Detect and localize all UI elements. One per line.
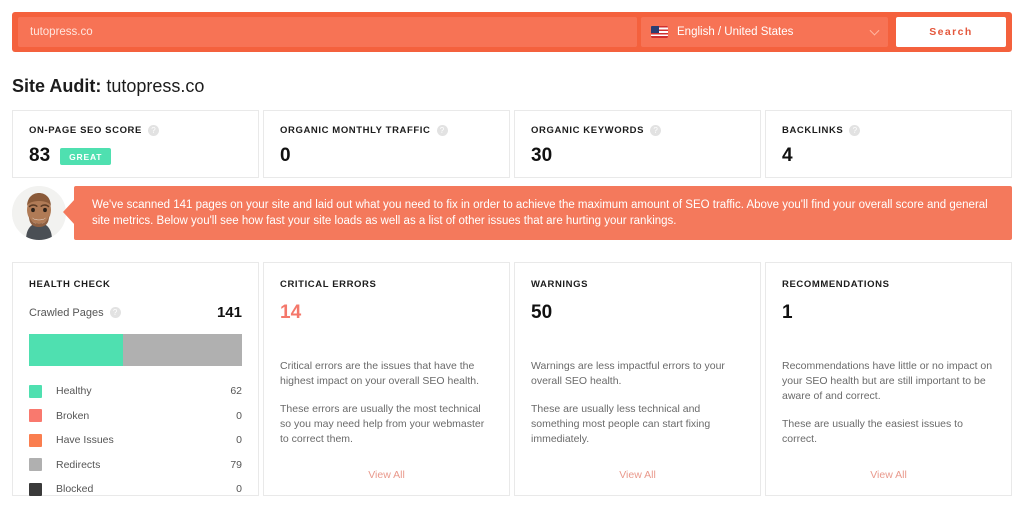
panel-title: RECOMMENDATIONS bbox=[782, 279, 890, 290]
legend-label: Blocked bbox=[56, 483, 94, 496]
page-title-domain: tutopress.co bbox=[106, 76, 205, 96]
site-audit-page: English / United States Search Site Audi… bbox=[0, 0, 1024, 508]
notice-text: We've scanned 141 pages on your site and… bbox=[92, 199, 988, 227]
bar-segment-redirects bbox=[122, 334, 242, 366]
panel-paragraph: These are usually less technical and som… bbox=[531, 403, 711, 445]
help-icon[interactable]: ? bbox=[436, 125, 448, 136]
legend-swatch bbox=[29, 384, 42, 398]
legend-swatch bbox=[29, 433, 42, 447]
metric-label: ORGANIC KEYWORDS bbox=[531, 125, 645, 136]
metric-value-row: 83 GREAT bbox=[29, 145, 242, 167]
health-stacked-bar bbox=[29, 334, 242, 366]
panel-paragraph: These are usually the easiest issues to … bbox=[782, 418, 963, 445]
legend-value: 0 bbox=[236, 409, 242, 422]
metric-value: 4 bbox=[782, 145, 793, 166]
panel-paragraph: Critical errors are the issues that have… bbox=[280, 360, 480, 387]
metric-card-organic-traffic: ORGANIC MONTHLY TRAFFIC ? 0 bbox=[263, 110, 510, 178]
legend-row: Broken 0 bbox=[29, 404, 242, 429]
help-icon[interactable]: ? bbox=[109, 307, 121, 318]
panel-title: WARNINGS bbox=[531, 279, 589, 290]
legend-row: Blocked 0 bbox=[29, 477, 242, 502]
metric-value: 30 bbox=[531, 145, 553, 166]
panel-recommendations: RECOMMENDATIONS 1 Recommendations have l… bbox=[765, 262, 1012, 496]
legend-value: 79 bbox=[230, 458, 242, 471]
metric-card-organic-keywords: ORGANIC KEYWORDS ? 30 bbox=[514, 110, 761, 178]
panel-paragraph: Recommendations have little or no impact… bbox=[782, 360, 993, 402]
panel-paragraph: Warnings are less impactful errors to yo… bbox=[531, 360, 725, 387]
domain-search-input[interactable] bbox=[18, 17, 637, 47]
metric-value: 83 bbox=[29, 145, 51, 166]
notice-bubble: We've scanned 141 pages on your site and… bbox=[63, 186, 1012, 240]
panel-count: 50 bbox=[531, 302, 553, 323]
view-all-link[interactable]: View All bbox=[766, 469, 1011, 481]
language-select[interactable]: English / United States bbox=[641, 17, 888, 47]
legend-swatch bbox=[29, 409, 42, 423]
panel-body: Recommendations have little or no impact… bbox=[782, 359, 995, 447]
health-legend: Healthy 62 Broken 0 Have Issues 0 Redirects 79 B… bbox=[29, 379, 242, 502]
panel-row: HEALTH CHECK Crawled Pages ? 141 Healthy… bbox=[12, 262, 1012, 496]
chevron-down-icon bbox=[869, 25, 880, 36]
crawled-pages-value: 141 bbox=[216, 304, 242, 321]
search-button[interactable]: Search bbox=[896, 17, 1006, 47]
metric-label: BACKLINKS bbox=[782, 125, 844, 136]
metric-value: 0 bbox=[280, 145, 291, 166]
page-title: Site Audit: tutopress.co bbox=[12, 76, 204, 97]
view-all-link[interactable]: View All bbox=[515, 469, 760, 481]
legend-swatch bbox=[29, 482, 42, 496]
legend-row: Redirects 79 bbox=[29, 453, 242, 478]
crawled-pages-label: Crawled Pages bbox=[29, 306, 104, 319]
metric-label: ON-PAGE SEO SCORE bbox=[29, 125, 142, 136]
metric-header: BACKLINKS ? bbox=[782, 125, 995, 136]
panel-health-check: HEALTH CHECK Crawled Pages ? 141 Healthy… bbox=[12, 262, 259, 496]
legend-label: Broken bbox=[56, 409, 90, 422]
legend-label: Redirects bbox=[56, 458, 101, 471]
help-icon[interactable]: ? bbox=[147, 125, 159, 136]
panel-title: CRITICAL ERRORS bbox=[280, 279, 377, 290]
help-icon[interactable]: ? bbox=[849, 125, 861, 136]
metric-value-row: 4 bbox=[782, 145, 995, 167]
search-bar: English / United States Search bbox=[12, 12, 1012, 52]
avatar bbox=[12, 186, 66, 240]
metric-card-backlinks: BACKLINKS ? 4 bbox=[765, 110, 1012, 178]
panel-body: Critical errors are the issues that have… bbox=[280, 359, 493, 447]
panel-title: HEALTH CHECK bbox=[29, 279, 111, 290]
us-flag-icon bbox=[651, 26, 668, 38]
metric-card-seo-score: ON-PAGE SEO SCORE ? 83 GREAT bbox=[12, 110, 259, 178]
panel-paragraph: These errors are usually the most techni… bbox=[280, 403, 485, 445]
panel-count: 14 bbox=[280, 302, 302, 323]
page-title-prefix: Site Audit: bbox=[12, 76, 102, 96]
legend-label: Have Issues bbox=[56, 434, 114, 447]
legend-row: Have Issues 0 bbox=[29, 428, 242, 453]
bar-segment-healthy bbox=[29, 334, 123, 366]
legend-swatch bbox=[29, 458, 42, 472]
crawled-pages-row: Crawled Pages ? 141 bbox=[29, 304, 242, 321]
metric-value-row: 30 bbox=[531, 145, 744, 167]
metric-value-row: 0 bbox=[280, 145, 493, 167]
view-all-link[interactable]: View All bbox=[264, 469, 509, 481]
metric-header: ORGANIC KEYWORDS ? bbox=[531, 125, 744, 136]
metric-header: ORGANIC MONTHLY TRAFFIC ? bbox=[280, 125, 493, 136]
panel-count: 1 bbox=[782, 302, 793, 323]
notice-banner: We've scanned 141 pages on your site and… bbox=[12, 186, 1012, 242]
legend-value: 62 bbox=[230, 385, 242, 398]
panel-warnings: WARNINGS 50 Warnings are less impactful … bbox=[514, 262, 761, 496]
help-icon[interactable]: ? bbox=[650, 125, 662, 136]
language-select-label: English / United States bbox=[677, 26, 794, 38]
legend-row: Healthy 62 bbox=[29, 379, 242, 404]
status-badge: GREAT bbox=[60, 147, 112, 165]
legend-label: Healthy bbox=[56, 385, 92, 398]
metric-label: ORGANIC MONTHLY TRAFFIC bbox=[280, 125, 431, 136]
metric-header: ON-PAGE SEO SCORE ? bbox=[29, 125, 242, 136]
legend-value: 0 bbox=[236, 483, 242, 496]
legend-value: 0 bbox=[236, 434, 242, 447]
panel-critical-errors: CRITICAL ERRORS 14 Critical errors are t… bbox=[263, 262, 510, 496]
panel-body: Warnings are less impactful errors to yo… bbox=[531, 359, 744, 447]
metric-card-row: ON-PAGE SEO SCORE ? 83 GREAT ORGANIC MON… bbox=[12, 110, 1012, 178]
